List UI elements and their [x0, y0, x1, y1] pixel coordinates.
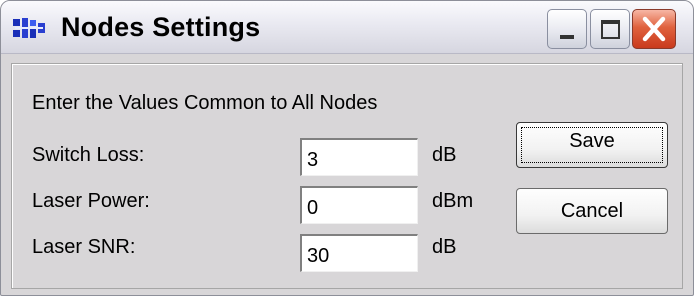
close-button[interactable] — [632, 9, 676, 49]
network-nodes-icon — [13, 18, 45, 40]
maximize-button[interactable] — [590, 9, 630, 49]
maximize-icon — [601, 20, 620, 39]
laser-snr-label: Laser SNR: — [32, 236, 136, 258]
laser-power-label: Laser Power: — [32, 190, 150, 212]
switch-loss-label: Switch Loss: — [32, 144, 145, 166]
nodes-settings-dialog: Nodes Settings Enter the Values Common t… — [0, 0, 694, 296]
cancel-button-label: Cancel — [560, 200, 624, 222]
minimize-button[interactable] — [547, 9, 587, 49]
laser-snr-unit: dB — [432, 236, 457, 258]
switch-loss-input[interactable]: 3 — [300, 138, 418, 176]
title-bar[interactable]: Nodes Settings — [1, 1, 693, 54]
laser-snr-input[interactable]: 30 — [300, 234, 418, 272]
save-button-label: Save — [569, 130, 615, 152]
settings-panel: Enter the Values Common to All Nodes Swi… — [11, 63, 683, 289]
cancel-button[interactable]: Cancel — [516, 188, 668, 234]
window-title: Nodes Settings — [61, 12, 261, 42]
switch-loss-unit: dB — [432, 144, 457, 166]
laser-power-input[interactable]: 0 — [300, 186, 418, 224]
minimize-icon — [560, 35, 574, 39]
form-heading: Enter the Values Common to All Nodes — [32, 92, 378, 114]
laser-power-unit: dBm — [432, 190, 474, 212]
save-button[interactable]: Save — [516, 122, 668, 168]
